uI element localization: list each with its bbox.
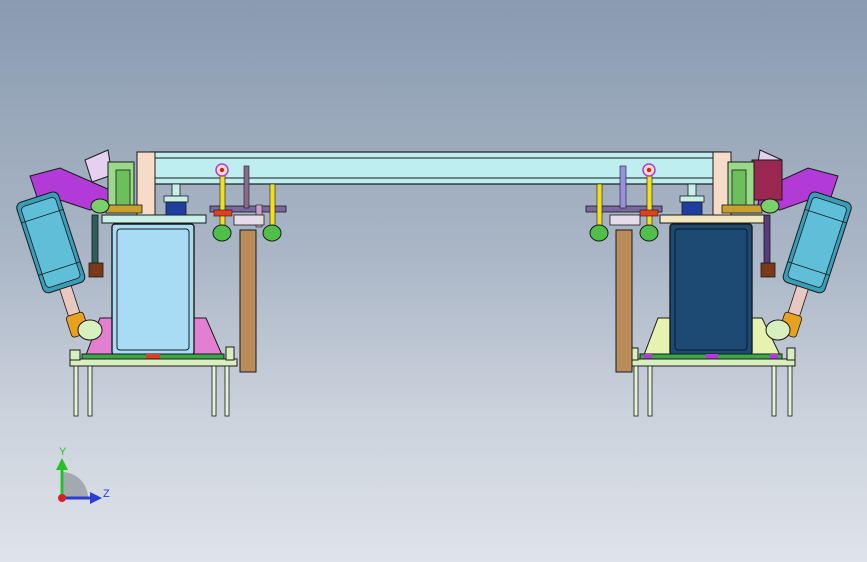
x-axis-origin	[58, 494, 66, 502]
y-axis-arrowhead	[56, 458, 68, 470]
coordinate-triad: Y Z	[56, 446, 110, 504]
y-axis-label: Y	[59, 446, 67, 458]
z-axis-label: Z	[103, 488, 110, 500]
cad-viewport[interactable]: Y Z	[0, 0, 867, 562]
z-axis-arrowhead	[90, 492, 102, 504]
